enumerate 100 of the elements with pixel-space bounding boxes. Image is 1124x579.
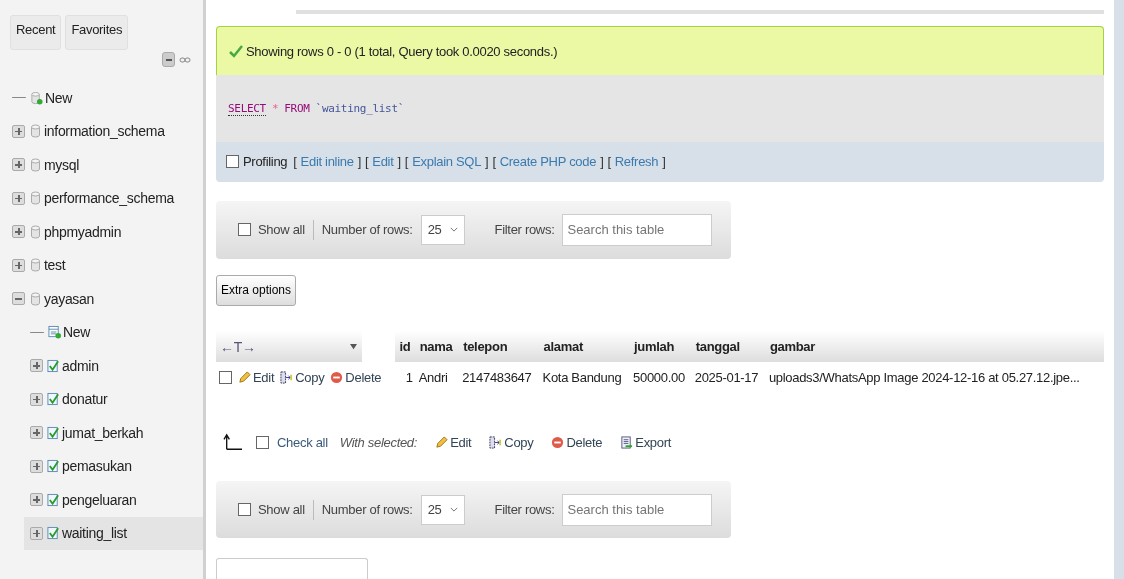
expand-icon[interactable]: [30, 392, 43, 406]
extra-options-button[interactable]: Extra options: [216, 274, 297, 307]
filter-label: Filter rows:: [494, 502, 555, 518]
tree-item[interactable]: New: [45, 89, 73, 106]
table-cell: 1: [405, 369, 413, 385]
table-cell: Andri: [418, 369, 448, 385]
row-action-link[interactable]: Copy: [280, 369, 325, 385]
checkbox[interactable]: [238, 223, 251, 237]
delete-icon: [551, 435, 565, 449]
show-all-label: Show all: [258, 502, 305, 518]
checkmark-icon: [229, 44, 243, 59]
row-action-link[interactable]: Delete: [330, 369, 382, 385]
copy-icon: [280, 370, 294, 384]
table-cell: 2147483647: [462, 369, 532, 385]
sidebar-tab[interactable]: Favorites: [65, 15, 129, 50]
expand-icon[interactable]: [12, 258, 25, 272]
bracket: ]: [662, 154, 666, 170]
expand-icon[interactable]: [12, 124, 25, 138]
sql-identifier: `waiting_list`: [315, 102, 405, 115]
expand-icon[interactable]: [30, 359, 43, 373]
with-selected-label: With selected:: [339, 434, 418, 450]
expand-icon[interactable]: [30, 459, 43, 473]
database-icon: [29, 124, 42, 139]
bulk-action-button[interactable]: Delete: [551, 434, 603, 450]
bulk-action-button[interactable]: Copy: [489, 434, 534, 450]
database-icon: [29, 224, 42, 239]
filter-label: Filter rows:: [494, 222, 555, 238]
bracket: [: [365, 154, 369, 170]
expand-icon[interactable]: [12, 225, 25, 239]
rows-label: Number of rows:: [321, 222, 413, 238]
tree-item[interactable]: pemasukan: [62, 458, 132, 475]
tree-item[interactable]: New: [63, 324, 91, 341]
rows-select[interactable]: 25: [420, 494, 465, 525]
bracket: [: [404, 154, 409, 170]
expand-icon[interactable]: [30, 426, 43, 440]
rows-label: Number of rows:: [321, 502, 413, 518]
bracket: [: [293, 154, 297, 170]
tree-item[interactable]: mysql: [44, 156, 80, 173]
table-check-icon: [47, 526, 60, 541]
pencil-icon: [238, 370, 251, 384]
expand-icon[interactable]: [12, 158, 25, 172]
tree-item[interactable]: admin: [62, 357, 99, 374]
export-icon: [620, 435, 634, 449]
sql-keyword: FROM: [284, 102, 310, 115]
database-icon: [29, 157, 42, 172]
tree-item[interactable]: performance_schema: [44, 190, 174, 207]
bracket: [: [492, 154, 496, 170]
table-cell: uploads3/WhatsApp Image 2024-12-16 at 05.27.12.jpe...: [768, 369, 1080, 385]
table-check-icon: [47, 459, 60, 474]
arrow-up-icon: [222, 433, 244, 452]
bulk-action-button[interactable]: Edit: [435, 434, 472, 450]
row-action-link[interactable]: Edit: [238, 369, 275, 385]
expand-icon[interactable]: [12, 191, 25, 205]
table-check-icon: [47, 425, 60, 440]
check-all-link[interactable]: Check all: [277, 434, 328, 450]
collapse-icon[interactable]: [12, 292, 25, 306]
chevron-icon: [449, 227, 458, 233]
expand-icon[interactable]: [30, 526, 43, 540]
column-header[interactable]: gambar: [769, 339, 816, 355]
bracket: ]: [485, 154, 489, 170]
sql-keyword-link[interactable]: SELECT: [228, 101, 266, 116]
tree-item[interactable]: test: [44, 257, 66, 274]
tree-item[interactable]: donatur: [62, 391, 108, 408]
tree-item[interactable]: information_schema: [44, 123, 165, 140]
search-field[interactable]: Search this table: [562, 493, 713, 526]
profiling-label: Profiling: [243, 154, 288, 170]
rows-select[interactable]: 25: [420, 214, 465, 245]
new-table-icon: [48, 325, 61, 340]
chevron-icon: [449, 507, 458, 513]
tree-item[interactable]: waiting_list: [62, 525, 127, 542]
sidebar-tab[interactable]: Recent: [10, 15, 62, 50]
table-cell: 2025-01-17: [694, 369, 759, 385]
checkbox[interactable]: [256, 435, 269, 449]
show-all-label: Show all: [258, 222, 305, 238]
expand-icon[interactable]: [30, 493, 43, 507]
bulk-action-button[interactable]: Export: [620, 434, 672, 450]
checkbox[interactable]: [219, 370, 232, 384]
new-database-icon: [30, 90, 43, 105]
table-check-icon: [47, 358, 60, 373]
checkbox[interactable]: [238, 503, 251, 517]
pencil-icon: [435, 435, 449, 449]
table-check-icon: [47, 492, 60, 507]
delete-icon: [330, 370, 344, 384]
query-link[interactable]: Explain SQL: [412, 154, 482, 170]
tree-item[interactable]: pengeluaran: [62, 491, 137, 508]
bracket: ]: [397, 154, 401, 170]
database-icon: [29, 291, 42, 306]
database-icon: [29, 258, 42, 273]
checkbox[interactable]: [226, 155, 239, 169]
bracket: ]: [600, 154, 604, 170]
tree-item[interactable]: jumat_berkah: [62, 424, 144, 441]
full-text-toggle[interactable]: ←T→: [220, 338, 256, 355]
copy-icon: [489, 435, 503, 449]
database-icon: [29, 191, 42, 206]
collapse-all-icon[interactable]: [162, 52, 175, 67]
tree-item[interactable]: phpmyadmin: [44, 223, 122, 240]
tree-item[interactable]: yayasan: [44, 290, 95, 307]
search-field[interactable]: Search this table: [562, 213, 713, 246]
sort-icon[interactable]: [349, 343, 358, 351]
success-text: Showing rows 0 - 0 (1 total, Query took 0.0020 seconds.): [246, 43, 558, 59]
